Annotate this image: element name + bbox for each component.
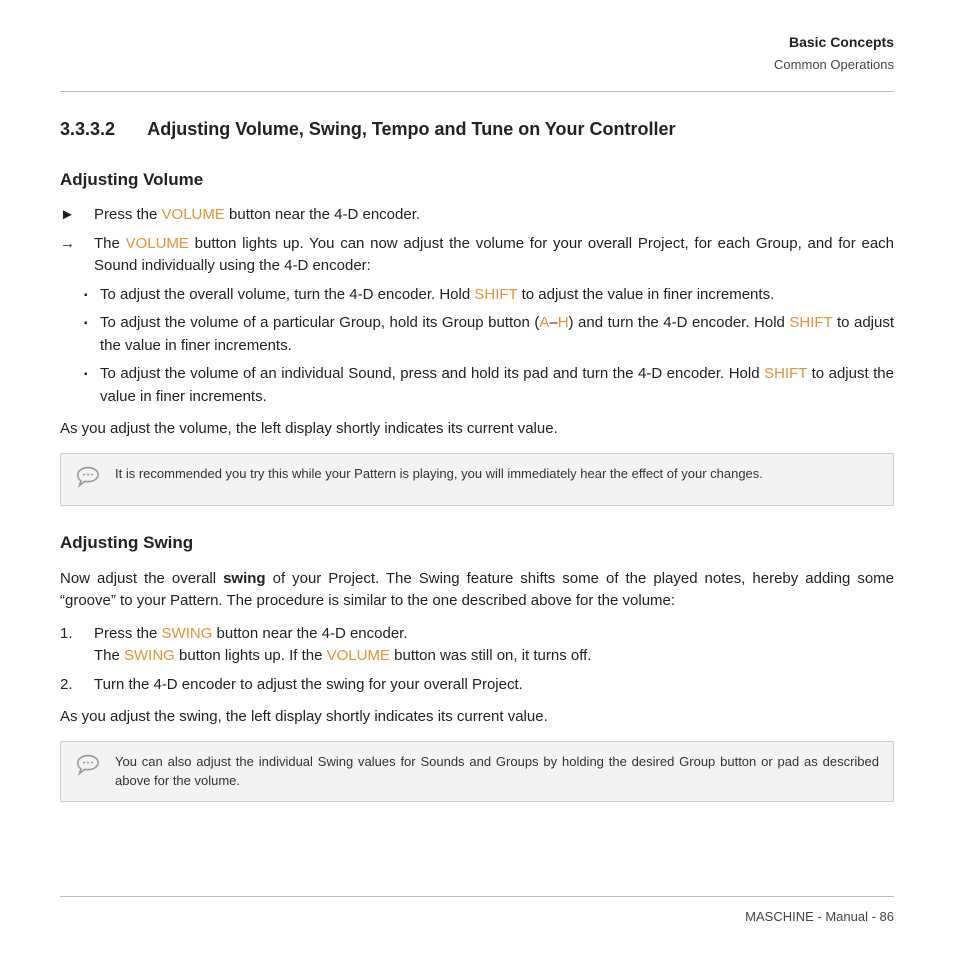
keyword-volume: VOLUME <box>162 206 225 223</box>
result-volume-lights: → The VOLUME button lights up. You can n… <box>60 233 894 278</box>
step-2-text: Turn the 4-D encoder to adjust the swing… <box>94 674 894 697</box>
arrow-marker-icon: → <box>60 233 94 278</box>
speech-bubble-icon <box>75 464 101 496</box>
swing-post-text: As you adjust the swing, the left displa… <box>60 706 894 729</box>
result-text: The VOLUME button lights up. You can now… <box>94 233 894 278</box>
step-2-turn-encoder: 2. Turn the 4-D encoder to adjust the sw… <box>60 674 894 697</box>
bullet-overall-volume: ▪ To adjust the overall volume, turn the… <box>84 284 894 307</box>
header-rule <box>60 91 894 92</box>
bold-swing: swing <box>223 570 266 587</box>
keyword-swing: SWING <box>124 647 175 664</box>
keyword-group-a: A <box>539 314 549 331</box>
subheading-adjusting-swing: Adjusting Swing <box>60 530 894 556</box>
keyword-swing: SWING <box>162 625 213 642</box>
keyword-volume: VOLUME <box>327 647 390 664</box>
footer-rule <box>60 896 894 897</box>
bullet-group-volume: ▪ To adjust the volume of a particular G… <box>84 312 894 357</box>
ordered-marker-2: 2. <box>60 674 94 697</box>
bullet-sound-volume: ▪ To adjust the volume of an individual … <box>84 363 894 408</box>
keyword-shift: SHIFT <box>764 365 807 382</box>
triangle-marker-icon: ► <box>60 204 94 227</box>
keyword-shift: SHIFT <box>789 314 832 331</box>
step-1-press-swing: 1. Press the SWING button near the 4-D e… <box>60 623 894 668</box>
step-press-volume: ► Press the VOLUME button near the 4-D e… <box>60 204 894 227</box>
swing-intro: Now adjust the overall swing of your Pro… <box>60 568 894 613</box>
square-bullet-icon: ▪ <box>84 312 100 357</box>
note-box-swing: You can also adjust the individual Swing… <box>60 741 894 802</box>
header-section: Common Operations <box>60 55 894 75</box>
keyword-group-h: H <box>558 314 569 331</box>
page-footer: MASCHINE - Manual - 86 <box>60 896 894 927</box>
footer-text: MASCHINE - Manual - 86 <box>60 907 894 927</box>
keyword-volume: VOLUME <box>126 235 189 252</box>
subheading-adjusting-volume: Adjusting Volume <box>60 167 894 193</box>
keyword-shift: SHIFT <box>474 286 517 303</box>
page-header: Basic Concepts Common Operations <box>60 32 894 85</box>
section-number: 3.3.3.2 <box>60 116 115 143</box>
square-bullet-icon: ▪ <box>84 284 100 307</box>
speech-bubble-icon <box>75 752 101 784</box>
note-text: It is recommended you try this while you… <box>115 464 879 484</box>
step-text: Press the VOLUME button near the 4-D enc… <box>94 204 894 227</box>
square-bullet-icon: ▪ <box>84 363 100 408</box>
note-text: You can also adjust the individual Swing… <box>115 752 879 791</box>
volume-post-text: As you adjust the volume, the left displ… <box>60 418 894 441</box>
note-box-volume: It is recommended you try this while you… <box>60 453 894 507</box>
section-heading: 3.3.3.2 Adjusting Volume, Swing, Tempo a… <box>60 116 894 143</box>
section-title: Adjusting Volume, Swing, Tempo and Tune … <box>147 119 675 139</box>
ordered-marker-1: 1. <box>60 623 94 668</box>
header-chapter: Basic Concepts <box>60 32 894 53</box>
